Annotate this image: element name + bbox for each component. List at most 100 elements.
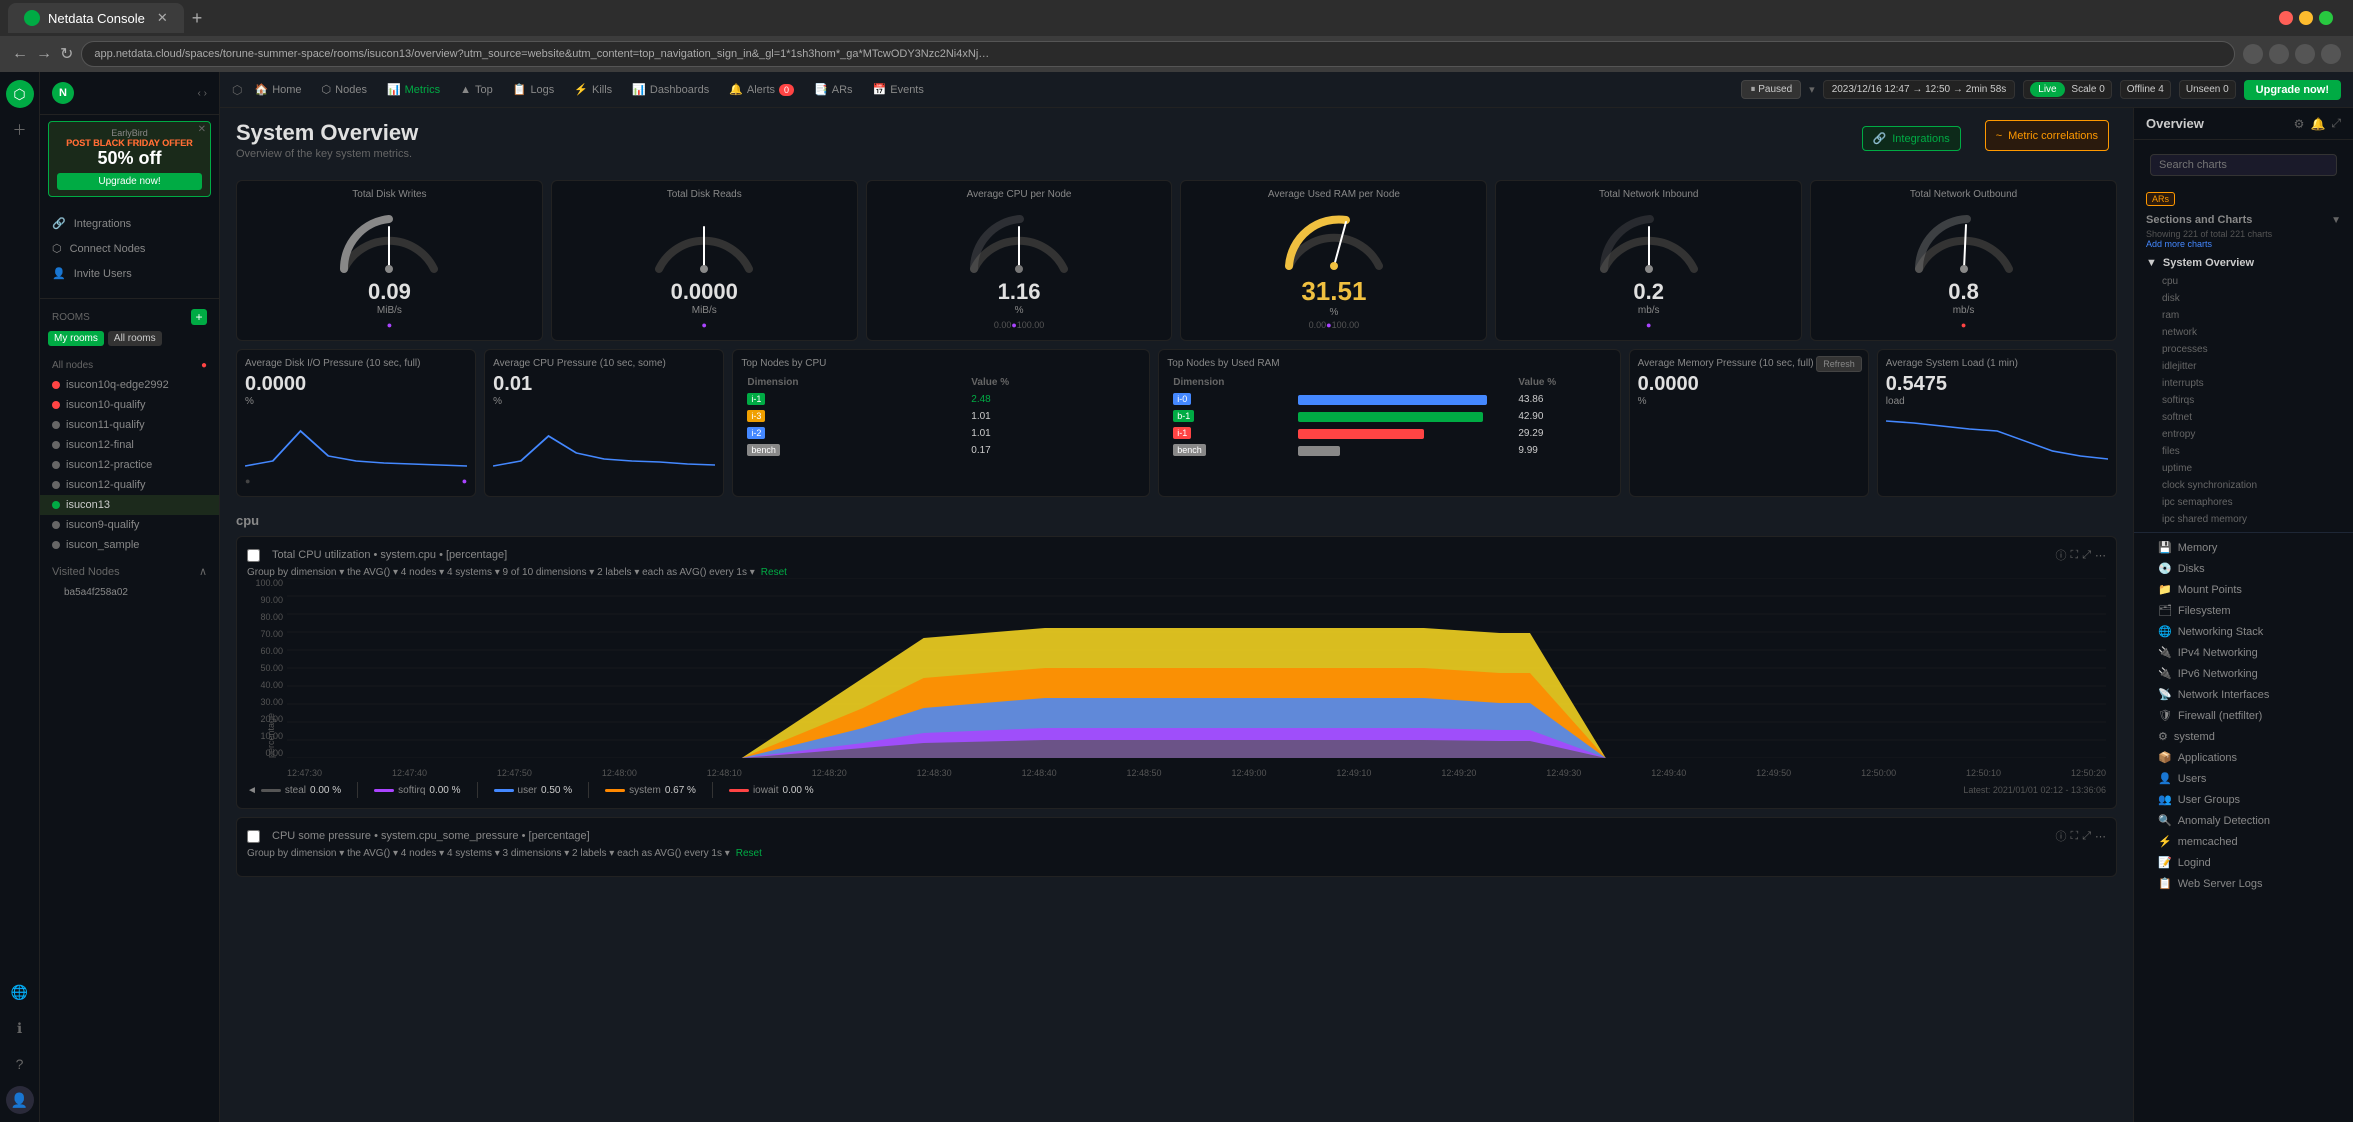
tab-close-btn[interactable]: ✕ [157, 10, 168, 26]
sidebar-section-firewall[interactable]: 🛡 Firewall (netfilter) [2134, 705, 2353, 726]
sidebar-section-filesystem[interactable]: 🗂 Filesystem [2134, 600, 2353, 621]
node-isucon11[interactable]: isucon11-qualify [40, 415, 219, 435]
nav-metrics[interactable]: 📊 Metrics [379, 79, 448, 100]
my-rooms-btn[interactable]: My rooms [48, 331, 104, 346]
sidebar-bell-btn[interactable]: 🔔 [2310, 116, 2325, 131]
node-isucon12final[interactable]: isucon12-final [40, 435, 219, 455]
nav-nodes[interactable]: ⬡ Nodes [314, 79, 375, 100]
chart-more-btn[interactable]: ⋯ [2095, 547, 2106, 563]
icon-bar-info[interactable]: ℹ [6, 1014, 34, 1042]
node-isucon13[interactable]: isucon13 [40, 495, 219, 515]
sidebar-sub-softirqs[interactable]: softirqs [2134, 392, 2353, 409]
refresh-btn[interactable]: Refresh [1816, 356, 1862, 372]
icon-bar-globe[interactable]: 🌐 [6, 978, 34, 1006]
sidebar-sub-network[interactable]: network [2134, 324, 2353, 341]
sidebar-section-applications[interactable]: 📦 Applications [2134, 747, 2353, 768]
sidebar-section-web-server-logs[interactable]: 📋 Web Server Logs [2134, 873, 2353, 894]
icon-bar-home[interactable]: ⬡ [6, 80, 34, 108]
sidebar-expand-btn[interactable]: ⤢ [2331, 116, 2341, 131]
chart-checkbox[interactable] [247, 549, 260, 562]
sidebar-sub-idlejitter[interactable]: idlejitter [2134, 358, 2353, 375]
icon-bar-avatar[interactable]: 👤 [6, 1086, 34, 1114]
sidebar-section-users[interactable]: 👤 Users [2134, 768, 2353, 789]
sidebar-sub-ram[interactable]: ram [2134, 307, 2353, 324]
node-isucon10q[interactable]: isucon10q-edge2992 [40, 375, 219, 395]
chart2-checkbox[interactable] [247, 830, 260, 843]
sidebar-item-invite-users[interactable]: 👤 Invite Users [40, 261, 219, 286]
chart-zoom-btn[interactable]: ⛶ [2070, 547, 2078, 563]
forward-btn[interactable]: → [36, 45, 52, 63]
sidebar-sub-uptime[interactable]: uptime [2134, 460, 2353, 477]
back-btn[interactable]: ← [12, 45, 28, 63]
chart2-info-btn[interactable]: ⓘ [2055, 828, 2066, 844]
sidebar-sub-interrupts[interactable]: interrupts [2134, 375, 2353, 392]
sidebar-section-disks[interactable]: 💿 Disks [2134, 558, 2353, 579]
node-isucon-sample[interactable]: isucon_sample [40, 535, 219, 555]
nav-top[interactable]: ▲ Top [452, 80, 501, 100]
sidebar-sub-ipc-shmem[interactable]: ipc shared memory [2134, 511, 2353, 528]
sidebar-section-ipv6[interactable]: 🔌 IPv6 Networking [2134, 663, 2353, 684]
node-isucon9[interactable]: isucon9-qualify [40, 515, 219, 535]
nav-home[interactable]: 🏠 Home [246, 79, 309, 100]
chart2-reset-btn[interactable]: Reset [736, 848, 762, 859]
metric-correlations-btn[interactable]: ~ Metric correlations [1985, 120, 2109, 151]
sidebar-sub-softnet[interactable]: softnet [2134, 409, 2353, 426]
legend-arrow-left[interactable]: ◄ [247, 785, 257, 796]
icon-bar-question[interactable]: ? [6, 1050, 34, 1078]
sidebar-section-networking-stack[interactable]: 🌐 Networking Stack [2134, 621, 2353, 642]
node-isucon12practice[interactable]: isucon12-practice [40, 455, 219, 475]
sidebar-sub-cpu[interactable]: cpu [2134, 273, 2353, 290]
sidebar-section-systemd[interactable]: ⚙ systemd [2134, 726, 2353, 747]
nav-ars[interactable]: 📑 ARs [806, 79, 860, 100]
sidebar-section-memory[interactable]: 💾 Memory [2134, 537, 2353, 558]
chart2-zoom-btn[interactable]: ⛶ [2070, 828, 2078, 844]
icon-bar-plus[interactable]: ＋ [6, 116, 34, 144]
sidebar-chevron-icon[interactable]: ‹ › [198, 88, 207, 99]
chart-info-btn[interactable]: ⓘ [2055, 547, 2066, 563]
upgrade-now-btn[interactable]: Upgrade now! [57, 173, 202, 190]
integrations-btn[interactable]: 🔗 Integrations [1862, 126, 1961, 151]
sidebar-item-integrations[interactable]: 🔗 Integrations [40, 211, 219, 236]
sidebar-sub-clock-sync[interactable]: clock synchronization [2134, 477, 2353, 494]
chart2-more-btn[interactable]: ⋯ [2095, 828, 2106, 844]
nav-alerts[interactable]: 🔔 Alerts 0 [721, 79, 802, 100]
address-bar[interactable]: app.netdata.cloud/spaces/torune-summer-s… [81, 41, 2235, 67]
add-room-btn[interactable]: + [191, 309, 207, 325]
sidebar-sub-ipc-sem[interactable]: ipc semaphores [2134, 494, 2353, 511]
sidebar-main-section[interactable]: ▼ System Overview [2134, 253, 2353, 273]
upgrade-btn[interactable]: Upgrade now! [2244, 80, 2341, 100]
nav-events[interactable]: 📅 Events [865, 79, 932, 100]
sidebar-section-mount-points[interactable]: 📁 Mount Points [2134, 579, 2353, 600]
sidebar-section-ipv4[interactable]: 🔌 IPv4 Networking [2134, 642, 2353, 663]
time-display[interactable]: 2023/12/16 12:47 → 12:50 → 2min 58s [1823, 80, 2016, 99]
nav-dashboards[interactable]: 📊 Dashboards [624, 79, 717, 100]
node-isucon12qualify[interactable]: isucon12-qualify [40, 475, 219, 495]
chart-expand-btn[interactable]: ⤢ [2082, 547, 2091, 563]
sidebar-filter-btn[interactable]: ⚙ [2294, 116, 2305, 131]
sidebar-item-connect-nodes[interactable]: ⬡ Connect Nodes [40, 236, 219, 261]
sidebar-section-network-interfaces[interactable]: 📡 Network Interfaces [2134, 684, 2353, 705]
reset-btn[interactable]: Reset [761, 567, 787, 578]
sidebar-section-memcached[interactable]: ⚡ memcached [2134, 831, 2353, 852]
node-isucon10[interactable]: isucon10-qualify [40, 395, 219, 415]
filter-icon[interactable]: ▼ [2331, 215, 2341, 226]
new-tab-btn[interactable]: + [192, 8, 203, 29]
sidebar-section-logind[interactable]: 📝 Logind [2134, 852, 2353, 873]
chart2-expand-btn[interactable]: ⤢ [2082, 828, 2091, 844]
sidebar-sub-entropy[interactable]: entropy [2134, 426, 2353, 443]
sidebar-section-anomaly[interactable]: 🔍 Anomaly Detection [2134, 810, 2353, 831]
active-tab[interactable]: Netdata Console ✕ [8, 3, 184, 33]
earlybird-close-btn[interactable]: ✕ [198, 124, 206, 135]
visited-nodes-header[interactable]: Visited Nodes ∧ [40, 559, 219, 584]
search-charts-input[interactable] [2150, 154, 2337, 176]
sidebar-sub-processes[interactable]: processes [2134, 341, 2353, 358]
paused-btn[interactable]: ⏸ Paused [1741, 80, 1801, 99]
sidebar-section-user-groups[interactable]: 👥 User Groups [2134, 789, 2353, 810]
nav-logs[interactable]: 📋 Logs [505, 79, 563, 100]
refresh-btn[interactable]: ↻ [60, 44, 73, 64]
visited-node-1[interactable]: ba5a4f258a02 [40, 584, 219, 601]
arn-badge[interactable]: ARs [2146, 192, 2175, 206]
all-rooms-btn[interactable]: All rooms [108, 331, 162, 346]
sidebar-sub-disk[interactable]: disk [2134, 290, 2353, 307]
nav-kills[interactable]: ⚡ Kills [566, 79, 620, 100]
